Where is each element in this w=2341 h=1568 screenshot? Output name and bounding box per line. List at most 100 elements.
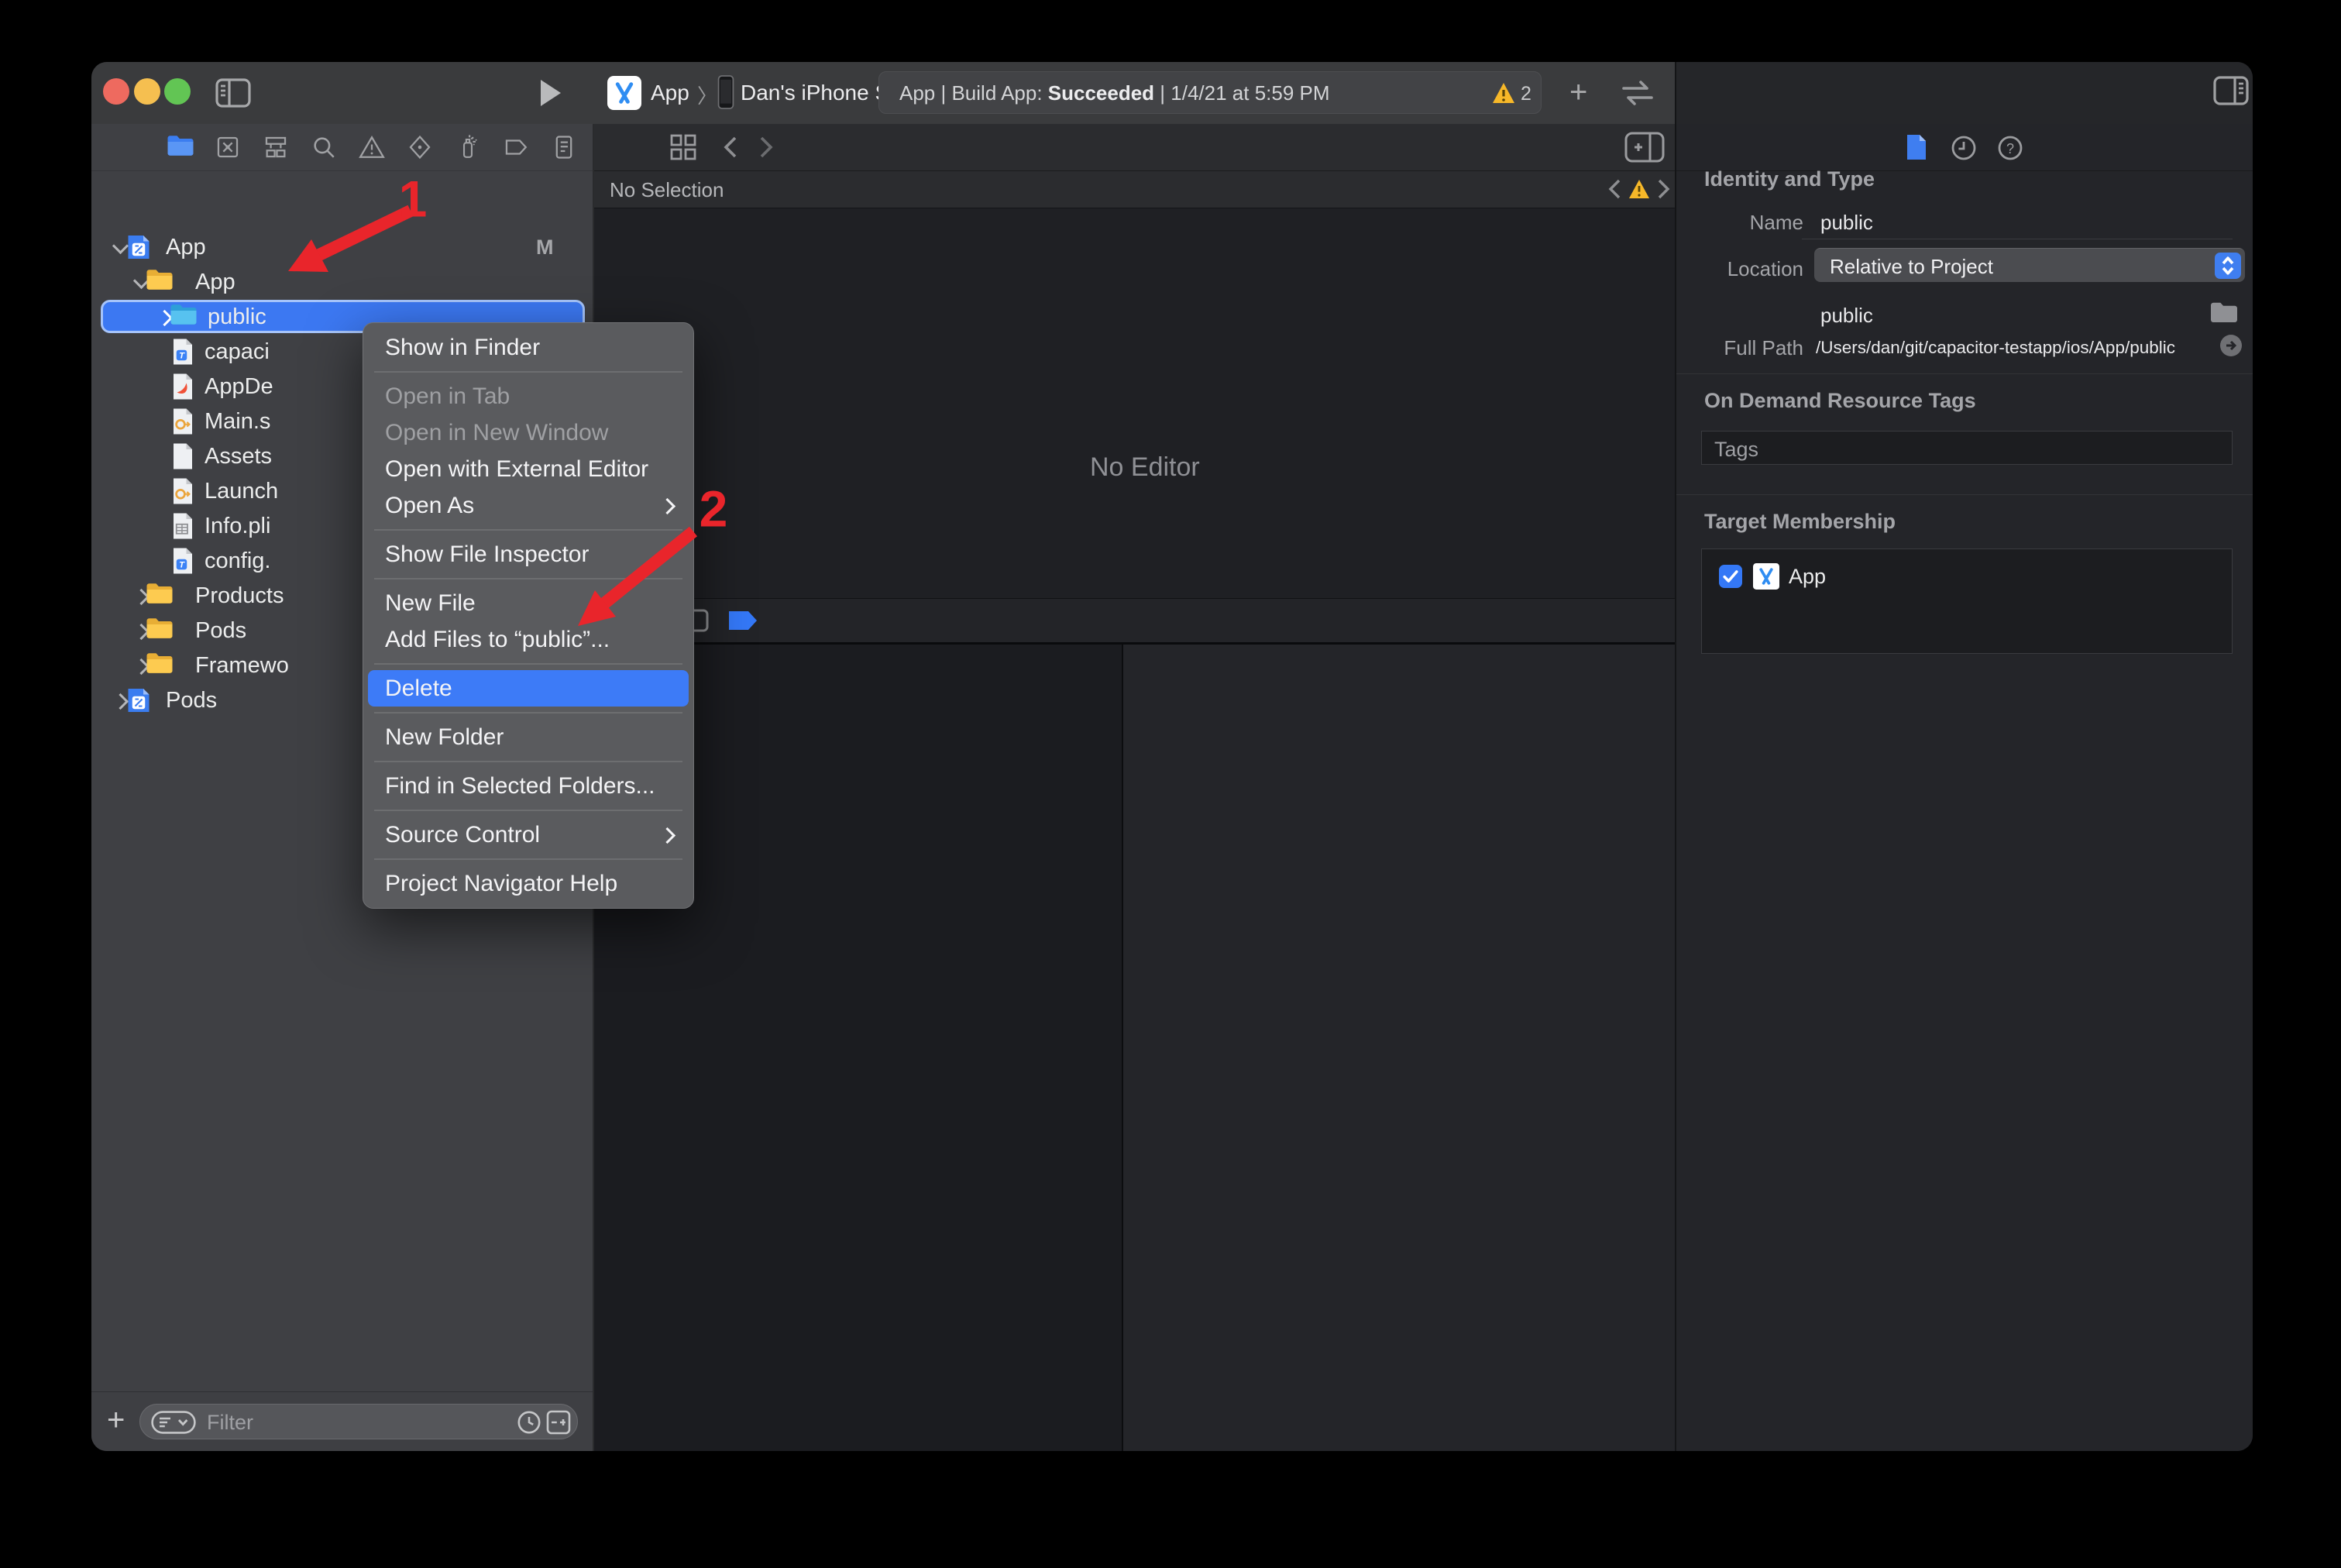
tree-item-app[interactable]: AppM <box>91 229 593 264</box>
previous-issue-icon[interactable] <box>1607 178 1621 204</box>
navigator-tab-symbols[interactable] <box>263 134 289 160</box>
folder-small-icon[interactable] <box>2209 301 2239 328</box>
navigator-tab-debug-gauge[interactable] <box>455 134 481 160</box>
forward-chevron-icon[interactable] <box>758 136 774 163</box>
popup-stepper-icon <box>2215 253 2241 279</box>
open-path-arrow-icon[interactable] <box>2219 333 2243 362</box>
submenu-chevron-icon <box>659 498 675 514</box>
tree-item-label: Framewo <box>195 653 289 679</box>
editor-area: No Selection No Editor <box>594 124 1675 1451</box>
target-checkbox[interactable] <box>1719 565 1742 592</box>
project-icon <box>125 686 153 714</box>
history-inspector-tab-icon[interactable] <box>1951 135 1977 165</box>
submenu-chevron-icon <box>659 827 675 844</box>
toggle-left-sidebar-icon[interactable] <box>215 77 252 113</box>
svg-text:T: T <box>179 560 185 569</box>
activity-status-bar[interactable]: App | Build App: Succeeded | 1/4/21 at 5… <box>878 71 1542 114</box>
debug-bar <box>594 598 1675 645</box>
jump-bar-text: No Selection <box>610 178 724 202</box>
jump-bar[interactable]: No Selection <box>594 171 1675 208</box>
inspector-panel: ? Identity and Type Name public Location… <box>1676 124 2253 1451</box>
menu-item-delete[interactable]: Delete <box>368 670 689 707</box>
menu-separator <box>374 810 682 811</box>
zoom-window-button[interactable] <box>164 78 191 105</box>
issue-warning-icon[interactable] <box>1628 178 1651 204</box>
minimize-window-button[interactable] <box>134 78 160 105</box>
screenshot-canvas: App 〉 Dan's iPhone SE App | Build App: S… <box>0 0 2341 1568</box>
swap-arrows-icon[interactable] <box>1619 79 1656 111</box>
tree-item-label: Assets <box>205 444 272 469</box>
toolbar: App 〉 Dan's iPhone SE App | Build App: S… <box>91 62 1675 125</box>
full-path-value: /Users/dan/git/capacitor-testapp/ios/App… <box>1816 338 2175 358</box>
tree-item-label: AppDe <box>205 374 273 400</box>
menu-item-find-in-selected-folders[interactable]: Find in Selected Folders... <box>363 768 693 804</box>
inspector-tab-bar: ? <box>1676 124 2253 171</box>
file-inspector-tab-icon[interactable] <box>1906 133 1927 165</box>
menu-item-new-file[interactable]: New File <box>363 585 693 621</box>
location-value: Relative to Project <box>1830 255 1993 279</box>
menu-item-new-folder[interactable]: New Folder <box>363 719 693 755</box>
menu-item-show-file-inspector[interactable]: Show File Inspector <box>363 536 693 573</box>
tags-input[interactable]: Tags <box>1701 431 2233 465</box>
identity-section-title: Identity and Type <box>1704 167 1875 191</box>
status-time: | 1/4/21 at 5:59 PM <box>1154 81 1329 105</box>
menu-item-label: Project Navigator Help <box>385 871 617 896</box>
menu-separator <box>374 712 682 714</box>
folder-icon <box>146 617 174 645</box>
divider <box>1676 494 2253 495</box>
iphone-icon[interactable] <box>717 74 734 114</box>
navigator-tab-search[interactable] <box>311 134 337 160</box>
menu-item-show-in-finder[interactable]: Show in Finder <box>363 329 693 366</box>
recent-files-clock-icon[interactable] <box>517 1410 541 1439</box>
navigator-tab-issues[interactable] <box>359 134 385 160</box>
back-chevron-icon[interactable] <box>723 136 738 163</box>
context-menu: Show in Finder Open in Tab Open in New Win… <box>363 322 694 909</box>
tree-item-label: App <box>195 270 235 295</box>
navigator-tab-reports[interactable] <box>551 134 577 160</box>
menu-item-label: Open in Tab <box>385 383 510 409</box>
navigator-filter-field[interactable]: Filter <box>139 1404 578 1439</box>
tree-item-app[interactable]: App <box>91 264 593 299</box>
doc-plain-icon <box>171 442 199 470</box>
scheme-chevron: 〉 <box>697 81 717 109</box>
menu-item-project-navigator-help[interactable]: Project Navigator Help <box>363 865 693 902</box>
tree-item-label: Products <box>195 583 284 609</box>
menu-item-label: Show File Inspector <box>385 542 589 567</box>
menu-item-add-files-to-public[interactable]: Add Files to “public”... <box>363 621 693 658</box>
menu-item-label: Open As <box>385 493 474 518</box>
tree-item-label: Pods <box>195 618 246 644</box>
folder-blue-icon <box>170 303 198 331</box>
add-editor-button[interactable] <box>1624 132 1665 167</box>
navigator-tab-tests[interactable] <box>407 134 433 160</box>
menu-item-open-with-external-editor[interactable]: Open with External Editor <box>363 451 693 487</box>
related-items-icon[interactable] <box>670 134 696 164</box>
navigator-tab-source-control[interactable] <box>215 134 241 160</box>
scm-status-filter-icon[interactable] <box>546 1410 571 1439</box>
navigator-tab-project-selected[interactable] <box>167 134 193 160</box>
doc-storyboard-icon <box>171 407 199 435</box>
breakpoints-enabled-flag-icon[interactable] <box>727 610 758 635</box>
filter-options-icon[interactable] <box>151 1411 196 1438</box>
navigator-tab-breakpoints[interactable] <box>503 134 529 160</box>
menu-item-source-control[interactable]: Source Control <box>363 817 693 853</box>
run-button[interactable] <box>538 78 564 112</box>
folder-icon <box>146 582 174 610</box>
scm-status-badge: M <box>536 236 554 260</box>
name-value[interactable]: public <box>1820 211 1873 235</box>
inspector-header-area <box>1675 62 2253 125</box>
menu-item-open-in-new-window: Open in New Window <box>363 414 693 451</box>
warning-triangle-icon[interactable] <box>1491 81 1516 108</box>
close-window-button[interactable] <box>103 78 129 105</box>
next-issue-icon[interactable] <box>1657 178 1671 204</box>
toggle-right-sidebar-icon[interactable] <box>2212 74 2250 111</box>
menu-separator <box>374 529 682 531</box>
app-scheme-icon[interactable] <box>607 76 641 114</box>
add-button[interactable]: + <box>1569 75 1587 110</box>
menu-item-open-as[interactable]: Open As <box>363 487 693 524</box>
tree-item-label: Main.s <box>205 409 270 435</box>
menu-item-label: Find in Selected Folders... <box>385 773 655 799</box>
add-file-button[interactable]: + <box>107 1403 125 1438</box>
scheme-name[interactable]: App <box>651 81 689 105</box>
location-popup[interactable]: Relative to Project <box>1814 248 2245 282</box>
help-inspector-tab-icon[interactable]: ? <box>1997 135 2023 165</box>
